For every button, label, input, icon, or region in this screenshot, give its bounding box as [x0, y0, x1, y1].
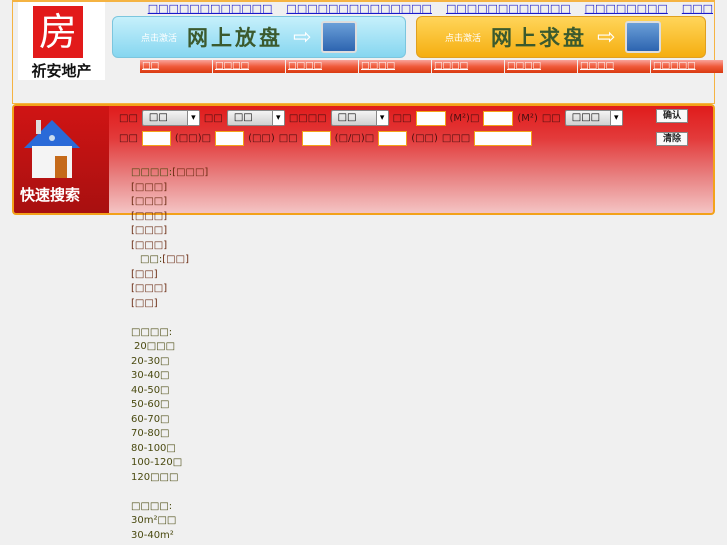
- filter-list: □□□□:[□□□] [□□□] [□□□] [□□□] [□□□] [□□□]…: [131, 166, 208, 543]
- label: □□□: [441, 133, 471, 144]
- nav-item[interactable]: □□: [140, 60, 212, 73]
- logo[interactable]: 房 祈安地产: [18, 2, 105, 80]
- nav-bar: □□ □□□□ □□□□ □□□□ □□□□ □□□□ □□□□ □□□□□: [140, 60, 723, 73]
- quick-search-title: 快速搜索: [20, 186, 81, 204]
- type-select[interactable]: □□: [226, 110, 285, 126]
- search-row-2: □□ (□□)□ (□□) □□ (□/□)□ (□□) □□□: [119, 131, 533, 146]
- banner-hint: 点击激活: [141, 33, 178, 44]
- region-link[interactable]: [□□□]: [131, 225, 167, 236]
- arrow-icon: ⇨: [597, 24, 616, 50]
- sub-label: □□:: [140, 254, 163, 265]
- banner-hint: 点击激活: [445, 33, 482, 44]
- price-link[interactable]: 50-60□: [131, 399, 170, 410]
- nav-item[interactable]: □□□□: [286, 60, 358, 73]
- top-links: □□□□□□□□□□□□ □□□□□□□□□□□□□□ □□□□□□□□□□□□…: [148, 2, 713, 15]
- label: □□: [203, 112, 223, 124]
- seek-property-banner[interactable]: 点击激活 网上求盘 ⇨: [416, 16, 706, 58]
- logo-seal: 房: [33, 6, 83, 58]
- search-sidebar: 快速搜索: [14, 106, 109, 213]
- label: □□: [119, 133, 138, 144]
- magnifier-monitor-icon: [625, 21, 662, 53]
- nav-item[interactable]: □□□□: [578, 60, 650, 73]
- price-link[interactable]: 30-40□: [131, 370, 170, 381]
- region-link[interactable]: [□□□]: [131, 196, 167, 207]
- price-link[interactable]: 20□□□: [134, 341, 175, 352]
- area-max-input[interactable]: [483, 110, 514, 126]
- category-select[interactable]: □□: [330, 110, 389, 126]
- region-label: □□□□:: [131, 167, 173, 178]
- price-max-input[interactable]: [215, 131, 245, 146]
- label: □□: [541, 112, 561, 124]
- label: □□: [119, 112, 138, 124]
- price-label: □□□□:: [131, 326, 173, 338]
- unit: (M²)□: [449, 112, 480, 124]
- price-link[interactable]: 40-50□: [131, 385, 170, 396]
- price-min-input[interactable]: [141, 131, 171, 146]
- top-link[interactable]: □□□□□□□□□□□□□□: [286, 2, 432, 15]
- rent-max-input[interactable]: [378, 131, 408, 146]
- region-link[interactable]: [□□□]: [172, 167, 208, 178]
- unit: (M²): [517, 112, 538, 124]
- sub-link[interactable]: [□□]: [131, 269, 158, 280]
- search-row-1: □□ □□ □□ □□ □□□□ □□ □□ (M²)□ (M²) □□ □□□: [119, 110, 623, 126]
- clear-button[interactable]: 清除: [656, 132, 688, 146]
- region-link[interactable]: [□□□]: [131, 211, 167, 222]
- nav-item[interactable]: □□□□: [505, 60, 577, 73]
- area-min-input[interactable]: [415, 110, 446, 126]
- label: □□: [392, 112, 412, 124]
- unit: (□□): [411, 133, 438, 144]
- price-link[interactable]: 60-70□: [131, 414, 170, 425]
- top-link[interactable]: □□□□□□□□□□□□: [446, 2, 571, 15]
- label: □□: [278, 133, 298, 144]
- top-link[interactable]: □□□: [682, 2, 713, 15]
- sub-link[interactable]: [□□□]: [131, 283, 167, 294]
- nav-item[interactable]: □□□□□: [651, 60, 723, 73]
- area-label: □□□□:: [131, 500, 173, 512]
- unit: (□□)□: [174, 133, 212, 144]
- monitor-icon: [321, 21, 358, 53]
- region-select[interactable]: □□: [141, 110, 200, 126]
- rent-min-input[interactable]: [301, 131, 331, 146]
- price-link[interactable]: 100-120□: [131, 457, 182, 468]
- sub-link[interactable]: [□□]: [162, 254, 189, 265]
- top-link[interactable]: □□□□□□□□: [585, 2, 668, 15]
- sub-link[interactable]: [□□]: [131, 298, 158, 309]
- logo-name: 祈安地产: [31, 62, 92, 80]
- banner-title: 网上放盘: [187, 26, 284, 50]
- unit: (□□): [248, 133, 275, 144]
- keyword-input[interactable]: [474, 131, 533, 146]
- banner-title: 网上求盘: [491, 26, 588, 50]
- label: □□□□: [288, 112, 327, 124]
- nav-item[interactable]: □□□□: [432, 60, 504, 73]
- arrow-icon: ⇨: [293, 24, 312, 50]
- top-link[interactable]: □□□□□□□□□□□□: [148, 2, 273, 15]
- price-link[interactable]: 120□□□: [131, 472, 178, 483]
- nav-item[interactable]: □□□□: [359, 60, 431, 73]
- price-link[interactable]: 80-100□: [131, 443, 176, 454]
- region-link[interactable]: [□□□]: [131, 240, 167, 251]
- extra-select[interactable]: □□□: [564, 110, 623, 126]
- confirm-button[interactable]: 确认: [656, 109, 688, 123]
- area-link[interactable]: 30m²□□: [131, 515, 176, 526]
- price-link[interactable]: 70-80□: [131, 428, 170, 439]
- price-link[interactable]: 20-30□: [131, 356, 170, 367]
- region-link[interactable]: [□□□]: [131, 182, 167, 193]
- house-icon: [24, 120, 80, 178]
- nav-item[interactable]: □□□□: [213, 60, 285, 73]
- area-link[interactable]: 30-40m²: [131, 530, 174, 541]
- list-property-banner[interactable]: 点击激活 网上放盘 ⇨: [112, 16, 406, 58]
- unit: (□/□)□: [334, 133, 375, 144]
